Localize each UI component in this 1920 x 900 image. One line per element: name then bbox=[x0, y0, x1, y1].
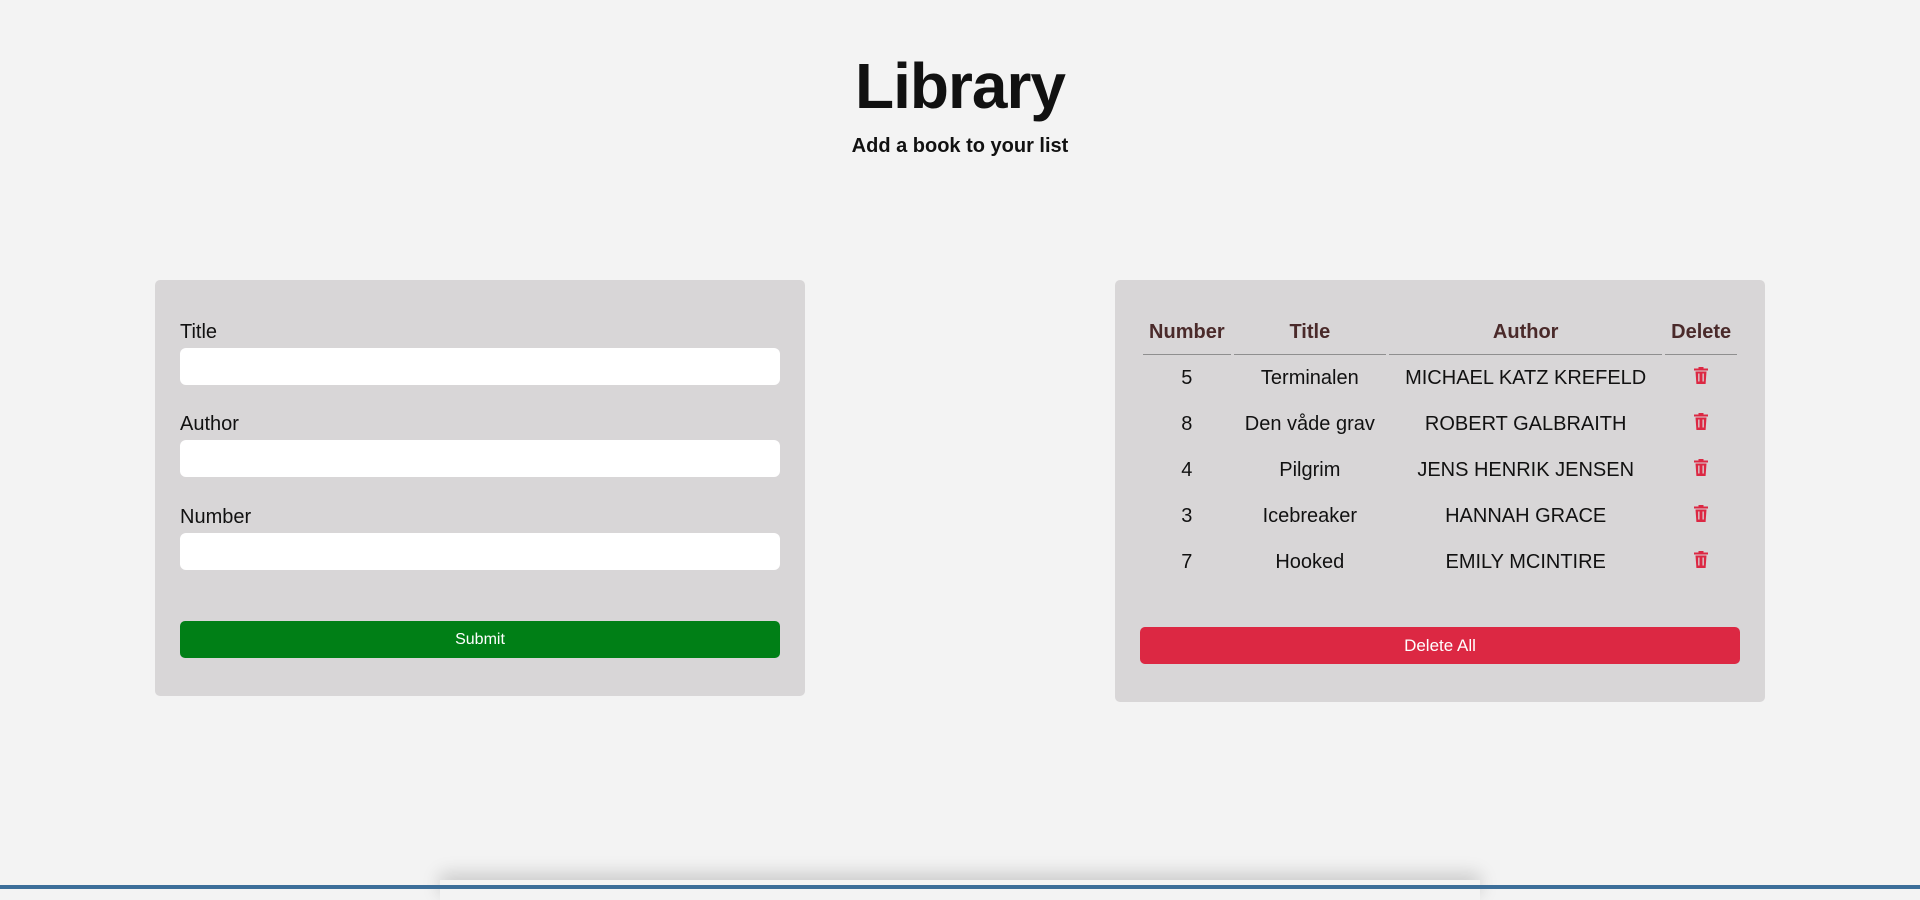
cell-number: 7 bbox=[1181, 550, 1193, 573]
cell-author: JENS HENRIK JENSEN bbox=[1417, 458, 1635, 481]
book-list-card: Number Title Author Delete 5 Terminalen … bbox=[1115, 280, 1765, 702]
author-label: Author bbox=[180, 413, 239, 435]
trash-icon[interactable] bbox=[1694, 366, 1709, 390]
cell-title: Den våde grav bbox=[1244, 412, 1375, 435]
bottom-edge bbox=[0, 885, 1920, 889]
delete-all-button[interactable]: Delete All bbox=[1140, 627, 1740, 664]
number-label: Number bbox=[180, 506, 252, 528]
table-row: 7 Hooked EMILY MCINTIRE bbox=[1143, 539, 1737, 585]
cell-number: 8 bbox=[1181, 412, 1193, 435]
trash-icon[interactable] bbox=[1694, 412, 1709, 436]
add-book-form: Title Author Number Submit bbox=[155, 280, 805, 696]
bottom-shadow bbox=[440, 880, 1480, 900]
cell-author: MICHAEL KATZ KREFELD bbox=[1405, 366, 1647, 389]
cell-number: 3 bbox=[1181, 504, 1193, 527]
trash-icon[interactable] bbox=[1694, 550, 1709, 574]
column-header-number: Number bbox=[1143, 310, 1231, 355]
cell-number: 4 bbox=[1181, 458, 1193, 481]
column-header-title: Title bbox=[1233, 310, 1387, 355]
column-header-delete: Delete bbox=[1665, 310, 1737, 355]
table-row: 8 Den våde grav ROBERT GALBRAITH bbox=[1143, 401, 1737, 447]
submit-button[interactable]: Submit bbox=[180, 621, 780, 658]
page-title: Library bbox=[855, 50, 1066, 122]
cell-title: Hooked bbox=[1275, 550, 1345, 573]
table-row: 5 Terminalen MICHAEL KATZ KREFELD bbox=[1143, 355, 1737, 401]
cell-title: Pilgrim bbox=[1279, 458, 1341, 481]
table-row: 3 Icebreaker HANNAH GRACE bbox=[1143, 493, 1737, 539]
cell-title: Icebreaker bbox=[1262, 504, 1358, 527]
cell-author: HANNAH GRACE bbox=[1445, 504, 1607, 527]
cell-author: EMILY MCINTIRE bbox=[1445, 550, 1606, 573]
table-header-row: Number Title Author Delete bbox=[1143, 310, 1737, 355]
title-input[interactable] bbox=[180, 348, 780, 385]
table-row: 4 Pilgrim JENS HENRIK JENSEN bbox=[1143, 447, 1737, 493]
column-header-author: Author bbox=[1389, 310, 1663, 355]
page-subtitle: Add a book to your list bbox=[851, 135, 1069, 157]
cell-author: ROBERT GALBRAITH bbox=[1424, 412, 1627, 435]
book-table: Number Title Author Delete 5 Terminalen … bbox=[1140, 310, 1740, 585]
title-label: Title bbox=[180, 321, 218, 343]
cell-title: Terminalen bbox=[1260, 366, 1359, 389]
cell-number: 5 bbox=[1181, 366, 1193, 389]
author-input[interactable] bbox=[180, 440, 780, 477]
trash-icon[interactable] bbox=[1694, 504, 1709, 528]
number-input[interactable] bbox=[180, 533, 780, 570]
trash-icon[interactable] bbox=[1694, 458, 1709, 482]
